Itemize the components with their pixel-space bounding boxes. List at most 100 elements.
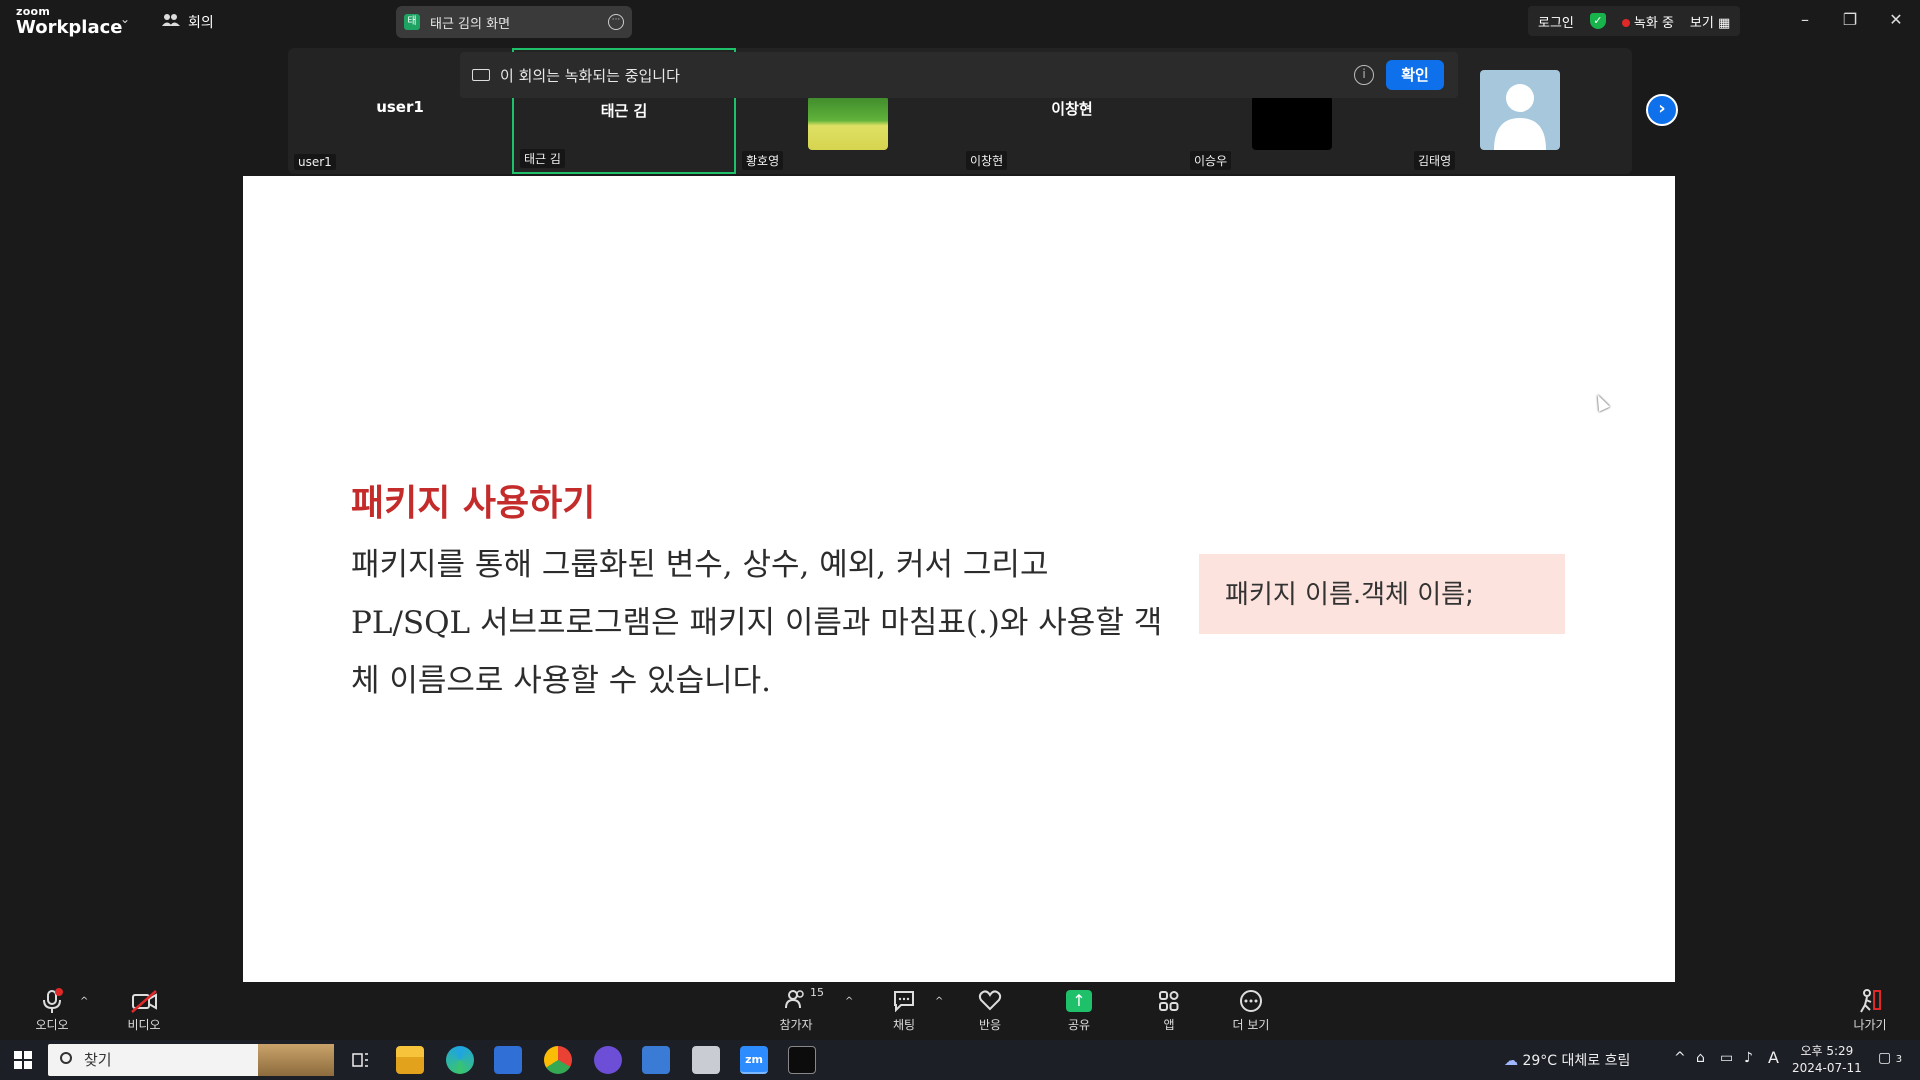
recording-notice-text: 이 회의는 녹화되는 중입니다 [500, 66, 680, 85]
file-explorer-icon[interactable] [396, 1046, 424, 1074]
participant-label: 김태영 [1414, 151, 1456, 170]
audio-label: 오디오 [35, 1018, 69, 1032]
audio-button[interactable]: 오디오 [20, 988, 84, 1033]
zoom-meeting-window: zoom Workplace ⌄ 회의 태 태근 김의 화면 ··· 로그인 ✓… [0, 0, 1920, 1080]
windows-taskbar: 찾기 zm ☁ 29°C 대체로 흐림 ^ ⌂ ▭ ♪ A 오후 5:29 20… [0, 1040, 1920, 1080]
meeting-label: 회의 [188, 15, 214, 31]
video-off-icon [131, 990, 157, 1013]
weather-widget[interactable]: ☁ 29°C 대체로 흐림 [1504, 1050, 1630, 1070]
shield-icon[interactable]: ✓ [1589, 13, 1606, 29]
task-view-icon[interactable] [346, 1046, 374, 1074]
more-button[interactable]: 더 보기 [1219, 988, 1283, 1033]
cloud-icon: ☁ [1504, 1053, 1518, 1069]
avatar [808, 96, 888, 150]
participant-label: 황호영 [742, 151, 784, 170]
windows-start-icon[interactable] [14, 1051, 32, 1069]
search-icon [60, 1052, 72, 1064]
participant-name: 이창현 [1051, 100, 1093, 118]
ime-indicator[interactable]: A [1768, 1048, 1779, 1067]
more-icon [1240, 990, 1262, 1012]
video-button[interactable]: 비디오 [112, 988, 176, 1033]
restore-icon[interactable]: ❐ [1838, 10, 1862, 29]
close-icon[interactable]: ✕ [1884, 10, 1908, 29]
title-bar: zoom Workplace ⌄ 회의 태 태근 김의 화면 ··· 로그인 ✓… [0, 0, 1920, 44]
logo-big-text: Workplace [16, 17, 123, 38]
share-button[interactable]: ↑ 공유 [1047, 988, 1111, 1033]
taskbar-clock[interactable]: 오후 5:29 2024-07-11 [1792, 1043, 1862, 1077]
meeting-menu[interactable]: 회의 [162, 12, 214, 32]
participant-name: 태근 김 [600, 102, 648, 120]
chevron-up-icon[interactable]: ^ [1674, 1050, 1686, 1066]
people-icon [162, 13, 180, 31]
search-highlight-image [258, 1044, 334, 1076]
chevron-down-icon[interactable]: ⌄ [120, 12, 130, 26]
video-label: 비디오 [127, 1018, 161, 1032]
reactions-label: 반응 [978, 1018, 1002, 1032]
view-button[interactable]: 보기 ▦ [1690, 12, 1730, 31]
participant-name: user1 [376, 98, 424, 116]
info-icon[interactable]: i [1354, 65, 1374, 85]
chat-app-icon[interactable] [594, 1046, 622, 1074]
chevron-up-icon[interactable]: ^ [845, 996, 853, 1007]
avatar [1480, 70, 1560, 150]
notification-center[interactable]: ▢ 3 [1878, 1050, 1902, 1066]
microphone-icon [43, 988, 63, 1013]
media-app-icon[interactable] [642, 1046, 670, 1074]
taskbar-search[interactable]: 찾기 [48, 1044, 334, 1076]
share-tab-title: 태근 김의 화면 [430, 16, 511, 32]
zoom-app-icon[interactable]: zm [740, 1046, 768, 1074]
user-silhouette-icon [1494, 84, 1546, 150]
volume-icon[interactable]: ♪ [1744, 1050, 1753, 1066]
notification-icon: ▢ [1878, 1050, 1892, 1066]
more-label: 더 보기 [1232, 1018, 1270, 1032]
participant-label: 이창현 [966, 151, 1008, 170]
confirm-button[interactable]: 확인 [1386, 60, 1444, 90]
notepad-icon[interactable] [692, 1046, 720, 1074]
minimize-icon[interactable]: – [1793, 10, 1817, 29]
slide-title: 패키지 사용하기 [351, 483, 596, 524]
heart-icon [978, 990, 1002, 1011]
chrome-icon[interactable] [544, 1046, 572, 1074]
chat-label: 채팅 [892, 1018, 916, 1032]
recording-status[interactable]: 녹화 중 [1621, 12, 1674, 31]
weather-text: 29°C 대체로 흐림 [1522, 1053, 1631, 1069]
leave-label: 나가기 [1853, 1018, 1887, 1032]
chat-button[interactable]: 채팅 [872, 988, 936, 1033]
participants-button[interactable]: 15 참가자 [764, 986, 828, 1033]
participants-label: 참가자 [779, 1018, 813, 1032]
slide-syntax-box: 패키지 이름.객체 이름; [1199, 554, 1565, 634]
chat-icon [894, 991, 914, 1013]
login-button[interactable]: 로그인 [1538, 12, 1574, 31]
clock-time: 오후 5:29 [1800, 1044, 1854, 1058]
logo-small-text: zoom [16, 5, 51, 18]
apps-button[interactable]: 앱 [1137, 988, 1201, 1033]
zoom-logo: zoom Workplace [16, 6, 123, 37]
recording-label: 녹화 중 [1633, 15, 1674, 31]
participant-label: user1 [294, 154, 336, 170]
video-camera-icon [472, 69, 490, 81]
sharer-badge: 태 [404, 14, 420, 30]
chevron-right-icon[interactable]: › [1646, 94, 1678, 126]
recording-notice-banner: 이 회의는 녹화되는 중입니다 i 확인 [460, 52, 1458, 98]
chevron-up-icon[interactable]: ^ [80, 996, 88, 1007]
monitor-icon[interactable]: ▭ [1720, 1050, 1733, 1066]
participant-label: 이승우 [1190, 151, 1232, 170]
reactions-button[interactable]: 반응 [958, 988, 1022, 1033]
store-icon[interactable] [494, 1046, 522, 1074]
leave-button[interactable]: 나가기 [1838, 988, 1902, 1033]
meeting-toolbar: 오디오 ^ 비디오 15 참가자 ^ 채팅 ^ 반응 ↑ 공유 앱 더 보기 나… [0, 982, 1920, 1040]
apps-icon [1159, 991, 1179, 1011]
status-area: 로그인 ✓ 녹화 중 보기 ▦ [1528, 6, 1741, 36]
more-options-icon[interactable]: ··· [608, 14, 624, 30]
edge-browser-icon[interactable] [446, 1046, 474, 1074]
screen-share-tab[interactable]: 태 태근 김의 화면 ··· [396, 6, 632, 38]
participant-label: 태근 김 [520, 149, 565, 168]
network-icon[interactable]: ⌂ [1696, 1050, 1705, 1066]
slide-body-text: 패키지를 통해 그룹화된 변수, 상수, 예외, 커서 그리고 PL/SQL 서… [351, 547, 1163, 699]
clock-date: 2024-07-11 [1792, 1061, 1862, 1075]
terminal-icon[interactable] [788, 1046, 816, 1074]
chevron-up-icon[interactable]: ^ [935, 996, 943, 1007]
share-label: 공유 [1067, 1018, 1091, 1032]
grid-icon: ▦ [1717, 15, 1731, 31]
recording-dot-icon [1621, 18, 1630, 27]
